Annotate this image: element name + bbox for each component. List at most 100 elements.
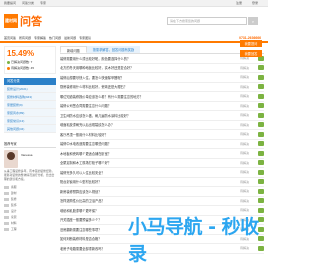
nav-item-all[interactable]: 所有问题 [19,36,31,40]
question-row[interactable]: 新房装修预算应该怎么规划？ 待解决 [60,187,264,197]
topbar-link-category[interactable]: 问答分类 [22,1,34,5]
tag-icon [4,203,9,207]
resolve-rate: 15.49% [7,49,35,58]
hot-tag[interactable]: 工程 [4,226,56,232]
search-input[interactable]: 请在下方搜索您的问题 [167,17,247,25]
question-text[interactable]: 装修中水电改造需要注意哪些问题？ [60,141,240,146]
answer-icon[interactable] [258,160,264,166]
question-row[interactable]: 装修需要用什么漆比较好呢，颜色要选择什么的？ 待解决 [60,54,264,64]
question-status: 待解决 [240,132,250,137]
expert-title: 推荐专家 [4,141,56,148]
answer-icon[interactable] [258,74,264,80]
question-text[interactable]: 厨房装修用什么材料比较好，瓷砖还是大理石？ [60,84,240,89]
answer-icon[interactable] [258,122,264,128]
question-text[interactable]: 墙面乳胶漆刷完以后出现裂纹怎么办？ [60,122,240,127]
answer-icon[interactable] [258,131,264,137]
tab-answer-reward[interactable]: 按需求解答，回答问题有奖励 [86,46,141,53]
logo[interactable]: 建材网 问答 [4,14,42,28]
question-row[interactable]: 怎样选购性价比高的卫浴产品？ 待解决 [60,197,264,206]
nav-item-new[interactable]: 最新问题 [64,36,76,40]
pending-count: 待解决问题数: 45 [11,66,35,70]
stats-box: 15.49% 已解决问题数: 7 待解决问题数: 45 [4,46,56,74]
question-text[interactable]: 木地板和瓷砖哪个更适合铺在卧室？ [60,151,240,156]
question-row[interactable]: 装修后想要尽快入住，要怎么快速除甲醛呢？ 待解决 [60,73,264,83]
search-button[interactable]: ⌕ [248,17,258,25]
pending-dot-icon [7,66,10,70]
question-status: 待解决 [240,198,250,203]
category-item[interactable]: 装修材料选购(943) [4,93,56,101]
register-link[interactable]: 注册 [236,1,242,5]
nav-item-home[interactable]: 首页问答 [4,36,16,40]
nav-item-hot[interactable]: 热门问题 [49,36,61,40]
solved-count: 已解决问题数: 7 [11,60,33,64]
question-row[interactable]: 客厅吊顶一般用什么材料比较好？ 待解决 [60,130,264,140]
tab-bar: 新增问题 按需求解答，回答问题有奖励 [60,46,264,54]
category-item[interactable]: 家居装修(9) [4,101,56,109]
question-text[interactable]: 哪位知道装修报价单应该怎么看？有什么需要注意的地方？ [60,94,240,99]
answer-icon[interactable] [258,93,264,99]
tag-icon [4,215,9,219]
answer-question-button[interactable]: 我要回答 [240,50,262,57]
nav-item-team[interactable]: 专家团队 [79,36,91,40]
hot-tags: 客服 建材 装修 装饰 设计 家居 材料 工程 [4,184,56,232]
answer-icon[interactable] [258,198,264,204]
question-row[interactable]: 阳台封窗用什么型材比较好？ 待解决 [60,178,264,187]
question-text[interactable]: 北方的冬天用哪种地板比较好，实木好还是复合好？ [60,65,240,70]
question-status: 待解决 [240,179,250,184]
topbar-link-ask[interactable]: 我要提问 [4,1,16,5]
question-text[interactable]: 装修公司签合同需要注意什么问题？ [60,103,240,108]
answer-icon[interactable] [258,188,264,194]
question-text[interactable]: 怎样选购性价比高的卫浴产品？ [60,198,240,203]
category-item[interactable]: 其他问题(34) [4,125,56,133]
answer-icon[interactable] [258,150,264,156]
main-nav: 首页问答 所有问题 专家解答 热门问题 最新问题 专家团队 0731-26366… [0,35,268,43]
category-item[interactable]: 家装风水(89) [4,109,56,117]
answer-icon[interactable] [258,169,264,175]
question-status: 待解决 [240,141,250,146]
nav-item-expert[interactable]: 专家解答 [34,36,46,40]
category-item[interactable]: 装修设计(2021) [4,85,56,93]
question-row[interactable]: 墙面乳胶漆刷完以后出现裂纹怎么办？ 待解决 [60,121,264,130]
question-status: 待解决 [240,170,250,175]
question-text[interactable]: 客厅吊顶一般用什么材料比较好？ [60,132,240,137]
answer-icon[interactable] [258,179,264,185]
expert-avatar[interactable] [4,150,18,168]
ask-question-button[interactable]: 我要提问 [240,40,262,47]
question-row[interactable]: 厨房装修用什么材料比较好，瓷砖还是大理石？ 待解决 [60,83,264,92]
question-row[interactable]: 装修完多久可以入住比较安全？ 待解决 [60,168,264,178]
logo-title: 问答 [20,15,42,28]
question-row[interactable]: 木地板和瓷砖哪个更适合铺在卧室？ 待解决 [60,149,264,159]
question-status: 待解决 [240,189,250,194]
header: 建材网 问答 请在下方搜索您的问题 ⌕ [0,7,268,35]
question-text[interactable]: 新房装修预算应该怎么规划？ [60,189,240,194]
tag-icon [4,197,9,201]
expert-name[interactable]: Vanessa [21,153,32,157]
tab-new-questions[interactable]: 新增问题 [60,46,87,53]
question-text[interactable]: 阳台封窗用什么型材比较好？ [60,179,240,184]
answer-icon[interactable] [258,112,264,118]
question-text[interactable]: 全屋定制和木工现场打柜子哪个好？ [60,160,240,165]
tag-icon [4,221,9,225]
question-status: 待解决 [240,65,250,70]
question-text[interactable]: 装修后想要尽快入住，要怎么快速除甲醛呢？ [60,75,240,80]
watermark-text: 小马导航 - 秒收录 [128,216,259,265]
category-item[interactable]: 家装常识(13) [4,117,56,125]
answer-icon[interactable] [258,84,264,90]
question-row[interactable]: 北方的冬天用哪种地板比较好，实木好还是复合好？ 待解决 [60,64,264,73]
question-row[interactable]: 全屋定制和木工现场打柜子哪个好？ 待解决 [60,159,264,168]
login-link[interactable]: 登录 [252,1,258,5]
question-text[interactable]: 卫生间防水应该怎么做，刷几遍防水涂料比较好？ [60,113,240,118]
question-status: 待解决 [240,75,250,80]
question-row[interactable]: 哪位知道装修报价单应该怎么看？有什么需要注意的地方？ 待解决 [60,92,264,102]
answer-icon[interactable] [258,103,264,109]
question-row[interactable]: 装修公司签合同需要注意什么问题？ 待解决 [60,102,264,111]
search-icon: ⌕ [251,18,255,24]
answer-icon[interactable] [258,65,264,71]
question-row[interactable]: 装修中水电改造需要注意哪些问题？ 待解决 [60,140,264,149]
question-text[interactable]: 装修完多久可以入住比较安全？ [60,170,240,175]
question-row[interactable]: 卫生间防水应该怎么做，刷几遍防水涂料比较好？ 待解决 [60,111,264,121]
answer-icon[interactable] [258,141,264,147]
tag-icon [4,209,9,213]
question-text[interactable]: 装修需要用什么漆比较好呢，颜色要选择什么的？ [60,56,240,61]
topbar-link-expert[interactable]: 专家 [40,1,46,5]
